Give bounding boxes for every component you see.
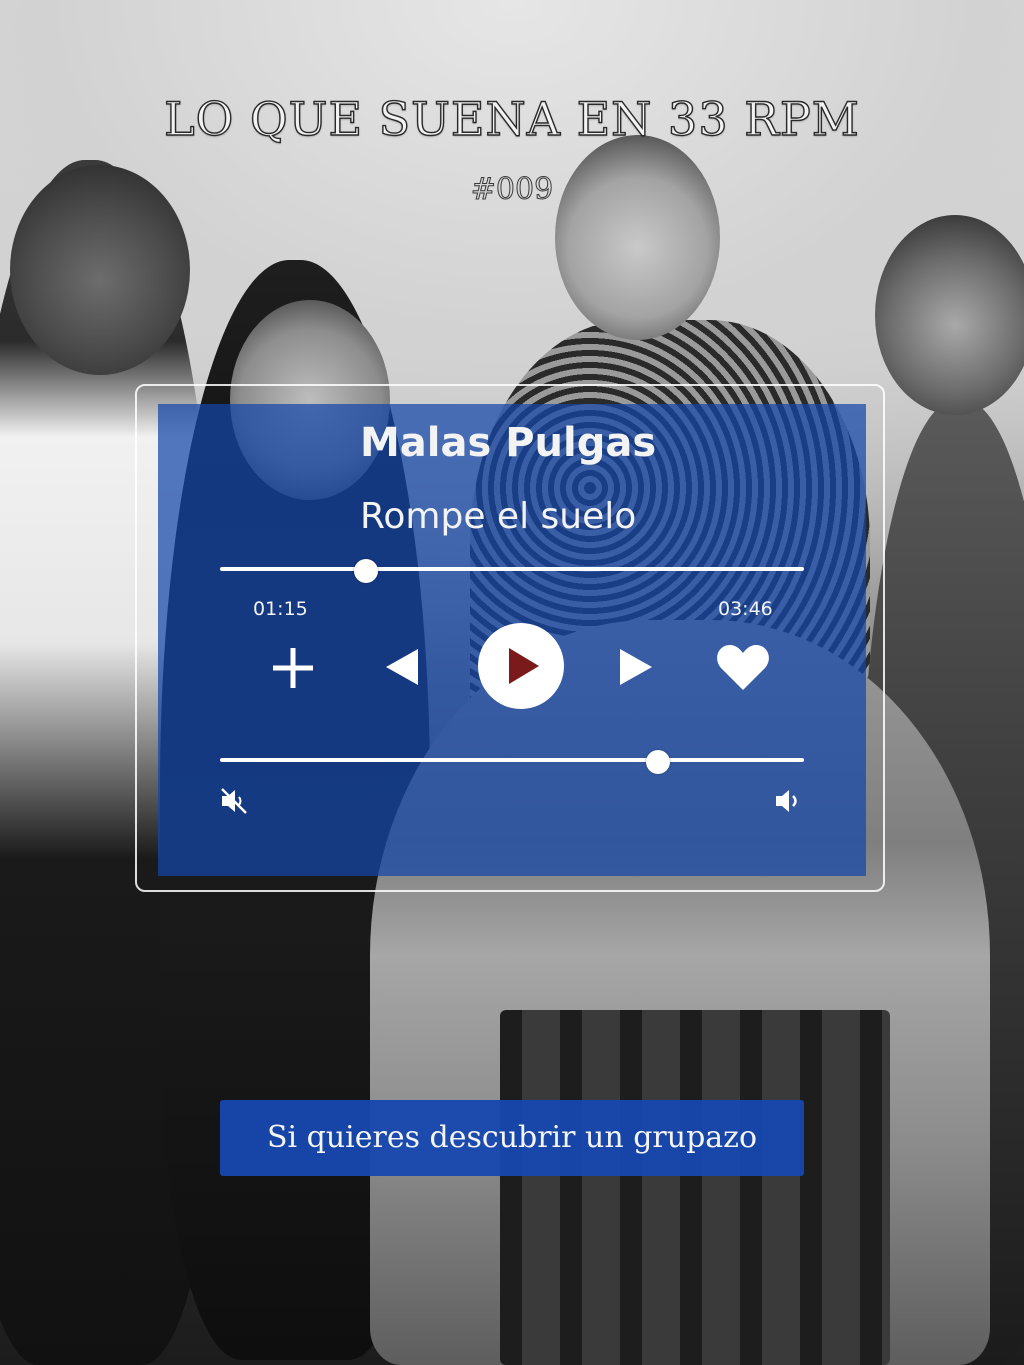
volume-icon[interactable] [772, 785, 804, 817]
caption-text: Si quieres descubrir un grupazo [266, 1120, 758, 1155]
episode-number: #009 [470, 172, 554, 208]
artist-name: Malas Pulgas [360, 420, 657, 466]
chair [500, 1010, 890, 1365]
elapsed-time: 01:15 [253, 598, 308, 620]
mute-icon[interactable] [218, 785, 250, 817]
next-icon[interactable] [616, 645, 656, 689]
volume-track[interactable] [220, 758, 804, 762]
progress-track[interactable] [220, 567, 804, 571]
volume-knob[interactable] [646, 750, 670, 774]
band-member-center-head [555, 135, 720, 340]
page-title: LO QUE SUENA EN 33 RPM [163, 91, 860, 146]
previous-icon[interactable] [382, 645, 422, 689]
play-icon [509, 648, 539, 684]
plus-icon[interactable] [268, 643, 318, 693]
story-page: LO QUE SUENA EN 33 RPM #009 Malas Pulgas… [0, 0, 1024, 1365]
song-title: Rompe el suelo [360, 496, 637, 537]
progress-knob[interactable] [354, 559, 378, 583]
play-button[interactable] [478, 623, 564, 709]
band-member-right-head [875, 215, 1024, 415]
total-duration: 03:46 [718, 598, 773, 620]
heart-icon[interactable] [714, 640, 772, 694]
